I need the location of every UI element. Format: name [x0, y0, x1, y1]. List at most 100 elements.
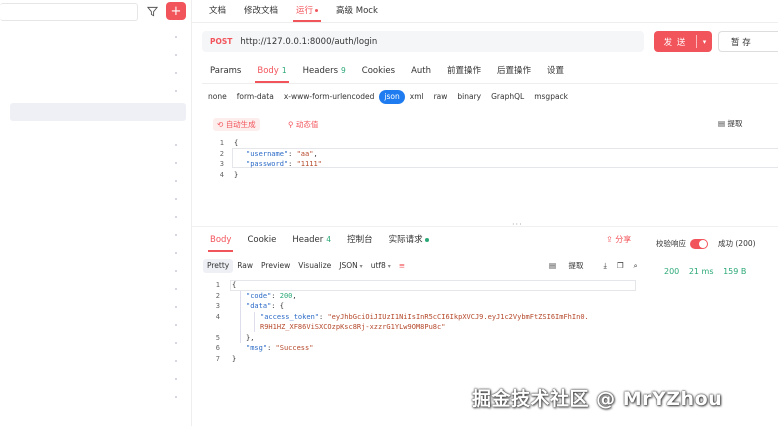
tab-label: Headers: [302, 66, 339, 76]
resp-tab-cookie[interactable]: Cookie: [239, 232, 284, 248]
tree-dot-icon: [175, 144, 177, 146]
resp-tab-actual-request[interactable]: 实际请求: [381, 232, 437, 248]
body-type-urlencoded[interactable]: x-www-form-urlencoded: [279, 90, 380, 104]
http-method[interactable]: POST: [210, 37, 232, 46]
body-type-none[interactable]: none: [203, 90, 232, 104]
url-input[interactable]: POST http://127.0.0.1:8000/auth/login: [202, 31, 644, 52]
wrap-lines-icon[interactable]: ≡: [395, 259, 409, 273]
response-body-viewer[interactable]: 1{ 2 "code": 200, 3 "data": { 4 "access_tok…: [204, 280, 640, 366]
tree-dot-icon: [175, 270, 177, 272]
download-icon[interactable]: ⤓: [603, 261, 606, 271]
share-button[interactable]: ⇪ 分享: [606, 234, 631, 245]
json-value-continued: R9H1HZ_XF86ViSXCOzpKsc8Rj-xzzrG1YLw9OM8P…: [260, 323, 446, 331]
resp-tab-body[interactable]: Body: [202, 232, 239, 252]
search-icon[interactable]: ⌕: [634, 261, 638, 271]
tab-label: 控制台: [347, 235, 373, 245]
extract-label: 提取: [727, 119, 743, 128]
tab-auth[interactable]: Auth: [403, 62, 439, 80]
tab-advanced-mock[interactable]: 高级 Mock: [327, 0, 387, 22]
auto-generate-button[interactable]: ⟲ 自动生成: [213, 118, 260, 131]
body-type-xml[interactable]: xml: [405, 90, 429, 104]
dynamic-value-label: 动态值: [295, 120, 319, 129]
extract-response-button[interactable]: ▤ 提取: [549, 260, 593, 271]
magic-wand-icon: ⚲: [288, 120, 294, 129]
chevron-down-icon[interactable]: ▾: [697, 38, 712, 46]
code-token: },: [246, 333, 255, 342]
tab-params[interactable]: Params: [202, 62, 249, 80]
body-type-json[interactable]: json: [379, 90, 405, 104]
send-button[interactable]: 发 送 ▾: [654, 31, 712, 52]
copy-icon[interactable]: ❐: [617, 261, 624, 270]
tab-headers[interactable]: Headers 9: [295, 62, 354, 80]
tab-body[interactable]: Body 1: [249, 62, 294, 83]
tree-dot-icon: [175, 180, 177, 182]
json-key: "msg": [246, 344, 268, 352]
code-token: }: [232, 354, 237, 363]
resp-tab-console[interactable]: 控制台: [339, 232, 381, 248]
tree-dot-icon: [175, 36, 177, 38]
format-preview[interactable]: Preview: [257, 259, 294, 273]
json-value: "eyJhbGciOiJIUzI1NiIsInR5cCI6IkpXVCJ9.ey…: [327, 312, 589, 321]
extract-label: 提取: [568, 261, 584, 270]
body-type-msgpack[interactable]: msgpack: [529, 90, 573, 104]
tab-docs[interactable]: 文档: [200, 0, 235, 22]
tab-label: Body: [210, 235, 232, 245]
auto-generate-label: 自动生成: [225, 120, 256, 129]
tab-edit-docs[interactable]: 修改文档: [235, 0, 287, 22]
verify-label: 校验响应: [656, 239, 686, 248]
line-number: 1: [219, 139, 224, 147]
response-metrics: 200 21 ms 159 B: [664, 267, 753, 276]
share-icon: ⇪: [606, 235, 613, 244]
code-token: }: [234, 170, 239, 179]
request-body-editor[interactable]: 1{ 2 "username": "aa", 3 "password": "1111…: [212, 138, 778, 184]
format-json-select[interactable]: JSON: [335, 259, 366, 273]
tab-label: 前置操作: [447, 66, 482, 76]
format-raw[interactable]: Raw: [233, 259, 257, 273]
sidebar-selected-item[interactable]: [10, 103, 186, 121]
encoding-select[interactable]: utf8: [367, 259, 395, 273]
toggle-switch[interactable]: [690, 238, 708, 249]
share-label: 分享: [615, 235, 632, 244]
top-tab-bar: 文档 修改文档 运行 高级 Mock: [200, 0, 387, 22]
filter-icon[interactable]: [144, 3, 160, 19]
tab-run[interactable]: 运行: [287, 0, 327, 22]
response-format-bar: Pretty Raw Preview Visualize JSON utf8 ≡: [203, 259, 409, 273]
body-type-binary[interactable]: binary: [452, 90, 486, 104]
verify-response-toggle[interactable]: 校验响应: [656, 238, 708, 249]
response-status: 成功 (200): [718, 239, 756, 248]
divider: [202, 83, 778, 84]
tree-dot-icon: [175, 72, 177, 74]
body-type-raw[interactable]: raw: [429, 90, 453, 104]
code-token: {: [234, 139, 239, 147]
tab-cookies[interactable]: Cookies: [354, 62, 403, 80]
tab-settings[interactable]: 设置: [539, 62, 572, 80]
sidebar-search-input[interactable]: [0, 3, 138, 21]
format-pretty[interactable]: Pretty: [203, 259, 234, 273]
tree-dot-icon: [175, 378, 177, 380]
line-number: 3: [219, 160, 224, 168]
indent-guide: [254, 312, 255, 332]
body-type-graphql[interactable]: GraphQL: [486, 90, 529, 104]
split-handle[interactable]: ···: [512, 220, 523, 229]
dynamic-value-button[interactable]: ⚲ 动态值: [284, 118, 322, 131]
tree-dot-icon: [175, 162, 177, 164]
body-type-form-data[interactable]: form-data: [232, 90, 279, 104]
tree-dot-icon: [175, 252, 177, 254]
add-button[interactable]: +: [166, 2, 186, 20]
status-code: 200: [664, 267, 680, 276]
tab-post-operations[interactable]: 后置操作: [489, 62, 539, 80]
extract-button[interactable]: ▤ 提取: [718, 118, 742, 129]
json-key: "access_token": [260, 312, 320, 321]
tab-label: Auth: [411, 66, 431, 76]
tab-count-badge: 1: [281, 66, 287, 75]
tree-dot-icon: [175, 306, 177, 308]
json-key: "username": [246, 149, 289, 158]
json-value: "Success": [275, 344, 314, 352]
tab-label: Params: [210, 66, 242, 76]
format-visualize[interactable]: Visualize: [294, 259, 335, 273]
status-dot-icon: [424, 237, 429, 242]
resp-tab-header[interactable]: Header 4: [284, 232, 339, 248]
tab-pre-operations[interactable]: 前置操作: [439, 62, 489, 80]
save-button[interactable]: 暂 存: [718, 31, 778, 52]
divider: [192, 226, 778, 227]
